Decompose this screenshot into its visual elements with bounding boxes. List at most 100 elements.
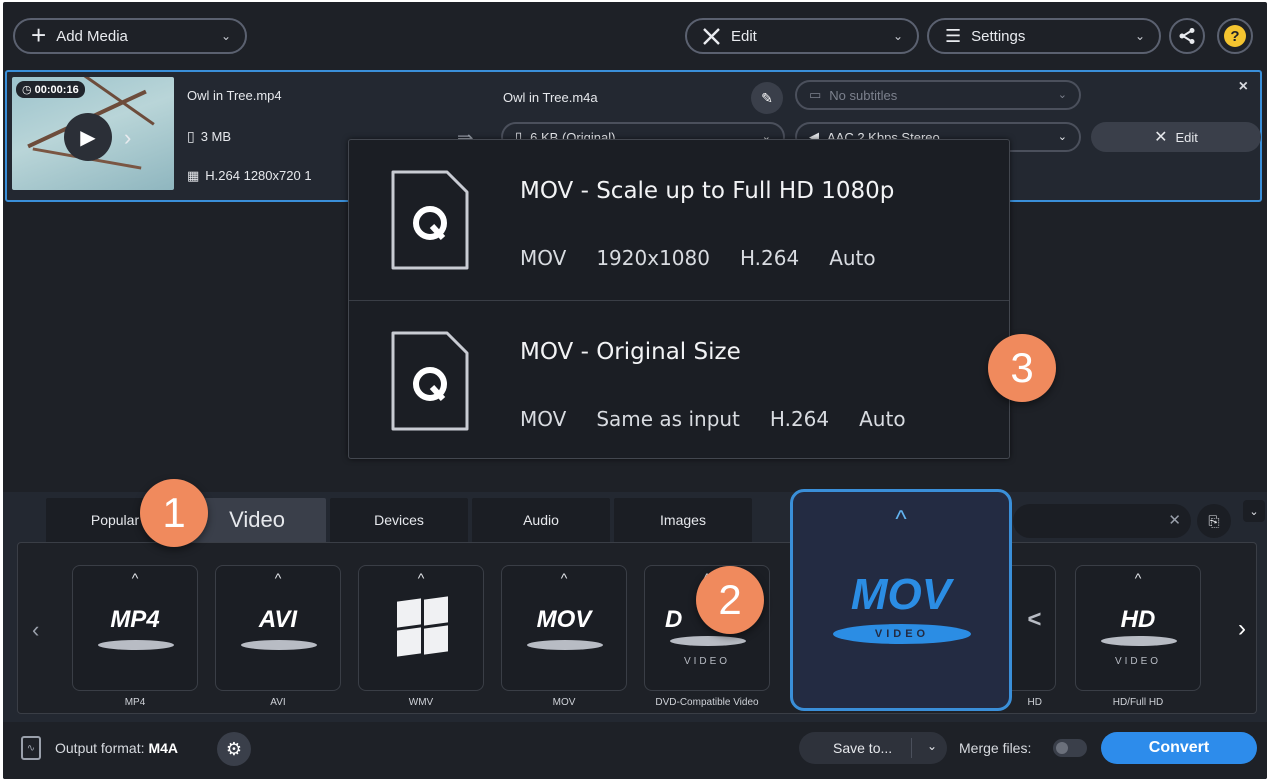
- format-label: MOV: [552, 697, 576, 708]
- tab-images[interactable]: Images: [614, 498, 752, 542]
- caret-up-icon: ^: [274, 570, 282, 586]
- chevron-down-icon: ⌄: [1057, 131, 1067, 143]
- subtitles-dropdown[interactable]: ▭ No subtitles ⌄: [795, 80, 1081, 110]
- chevron-down-icon: ⌄: [892, 29, 903, 43]
- settings-label: Settings: [971, 27, 1026, 45]
- chevron-down-icon: ⌄: [1057, 89, 1067, 101]
- callout-badge-1: 1: [140, 479, 208, 547]
- preset-title: MOV - Original Size: [520, 339, 741, 365]
- caret-up-icon: ^: [131, 570, 139, 586]
- format-tile-wmv[interactable]: ^: [358, 565, 484, 691]
- help-icon: ?: [1224, 25, 1246, 47]
- output-format: Output format: M4A: [55, 740, 179, 756]
- format-grid: ‹ ^ MP4 MP4 ^ AVI AVI ^ WMV ^ MOV MOV D …: [17, 542, 1257, 714]
- share-icon: [1179, 28, 1195, 44]
- add-media-button[interactable]: + Add Media ⌄: [13, 18, 247, 54]
- merge-files-toggle[interactable]: [1053, 739, 1087, 757]
- disc-graphic: [98, 640, 174, 650]
- app-window: + Add Media ⌄ Edit ⌄ ☰ Settings ⌄ ? ◷ 00…: [3, 2, 1267, 779]
- help-button[interactable]: ?: [1217, 18, 1253, 54]
- tab-video[interactable]: Video: [188, 498, 326, 542]
- sliders-icon: ☰: [945, 25, 962, 46]
- clear-search-icon[interactable]: ✕: [1168, 511, 1181, 529]
- chevron-down-icon: ⌄: [1134, 29, 1145, 43]
- format-label: HD/Full HD: [1112, 697, 1164, 708]
- format-tile-mp4[interactable]: ^ MP4: [72, 565, 198, 691]
- subtitle-icon: ▭: [809, 87, 822, 102]
- bottom-bar: ∿ Output format: M4A ⚙ Save to... ⌄ Merge…: [3, 722, 1267, 779]
- share-button[interactable]: [1169, 18, 1205, 54]
- tools-icon: [703, 28, 720, 45]
- quicktime-file-icon: [391, 331, 469, 431]
- preset-item[interactable]: MOV - Scale up to Full HD 1080p MOV 1920x…: [349, 140, 1009, 300]
- video-thumbnail[interactable]: ◷ 00:00:16 ▶ ›: [12, 77, 174, 190]
- format-logo: MOV: [536, 606, 592, 633]
- format-logo: AVI: [258, 606, 298, 633]
- format-logo: MOV: [850, 570, 952, 619]
- format-label: AVI: [270, 697, 286, 708]
- duration-badge: ◷ 00:00:16: [16, 81, 85, 98]
- caret-up-icon: ^: [417, 570, 425, 586]
- callout-badge-2: 2: [696, 566, 764, 634]
- collapse-panel-icon[interactable]: ⌄: [1243, 500, 1265, 522]
- video-band: VIDEO: [833, 624, 971, 644]
- save-to-button[interactable]: Save to... ⌄: [799, 732, 947, 764]
- gear-icon[interactable]: ⚙: [217, 732, 251, 766]
- edit-button[interactable]: Edit ⌄: [685, 18, 919, 54]
- caret-up-icon: ^: [1134, 570, 1142, 586]
- merge-files-label: Merge files:: [959, 740, 1032, 756]
- disc-graphic: [241, 640, 317, 650]
- format-tile-avi[interactable]: ^ AVI: [215, 565, 341, 691]
- settings-button[interactable]: ☰ Settings ⌄: [927, 18, 1161, 54]
- disc-graphic: [1101, 636, 1177, 646]
- edit-label: Edit: [731, 27, 757, 45]
- preset-item[interactable]: MOV - Original Size MOV Same as input H.26…: [349, 300, 1009, 460]
- file-edit-button[interactable]: ✕ Edit: [1091, 122, 1261, 152]
- top-toolbar: + Add Media ⌄ Edit ⌄ ☰ Settings ⌄ ?: [3, 2, 1267, 70]
- format-tile-mov[interactable]: ^ MOV: [501, 565, 627, 691]
- format-label: DVD-Compatible Video: [655, 697, 759, 708]
- format-label: MP4: [124, 697, 146, 708]
- tab-devices[interactable]: Devices: [330, 498, 468, 542]
- format-label: WMV: [408, 697, 434, 708]
- video-word: VIDEO: [1114, 656, 1162, 667]
- convert-button[interactable]: Convert: [1101, 732, 1257, 764]
- preset-specs: MOV 1920x1080 H.264 Auto: [520, 246, 876, 270]
- close-icon[interactable]: ×: [1239, 78, 1248, 96]
- disc-graphic: [527, 640, 603, 650]
- preset-title: MOV - Scale up to Full HD 1080p: [520, 178, 895, 204]
- chevron-down-icon[interactable]: ⌄: [927, 739, 937, 753]
- source-filename: Owl in Tree.mp4: [187, 88, 282, 103]
- next-arrow-icon: ›: [124, 125, 132, 150]
- disc-graphic: [670, 636, 746, 646]
- selected-format-tile-mov[interactable]: ^ MOV VIDEO: [790, 489, 1012, 711]
- file-icon: ▯: [187, 128, 195, 144]
- format-logo: MP4: [110, 606, 160, 633]
- tab-audio[interactable]: Audio: [472, 498, 610, 542]
- source-size: ▯ 3 MB: [187, 128, 232, 144]
- chevron-down-icon: ⌄: [220, 29, 231, 43]
- format-logo: HD: [1120, 606, 1156, 633]
- tools-icon: ✕: [1154, 129, 1168, 146]
- film-icon: ▦: [187, 168, 200, 183]
- output-format-icon: ∿: [21, 736, 41, 760]
- video-word: VIDEO: [683, 656, 731, 667]
- rename-pen-icon[interactable]: ✎: [751, 82, 783, 114]
- windows-logo-icon: [397, 596, 449, 657]
- quicktime-file-icon: [391, 170, 469, 270]
- play-icon[interactable]: ▶: [64, 113, 112, 161]
- preset-specs: MOV Same as input H.264 Auto: [520, 407, 906, 431]
- caret-up-icon[interactable]: ^: [793, 506, 1009, 534]
- source-codec: ▦ H.264 1280x720 1: [187, 168, 312, 183]
- plus-icon: +: [31, 19, 47, 50]
- add-media-label: Add Media: [56, 27, 128, 45]
- scroll-right-icon[interactable]: ›: [1238, 615, 1246, 643]
- find-file-icon[interactable]: ⎘: [1197, 504, 1231, 538]
- output-filename: Owl in Tree.m4a: [503, 90, 598, 105]
- format-search-input[interactable]: ✕: [1013, 504, 1191, 538]
- caret-up-icon: ^: [560, 570, 568, 586]
- scroll-left-icon[interactable]: ‹: [32, 617, 39, 643]
- preset-popup: MOV - Scale up to Full HD 1080p MOV 1920x…: [348, 139, 1010, 459]
- callout-badge-3: 3: [988, 334, 1056, 402]
- format-tile-hd[interactable]: ^ HD VIDEO: [1075, 565, 1201, 691]
